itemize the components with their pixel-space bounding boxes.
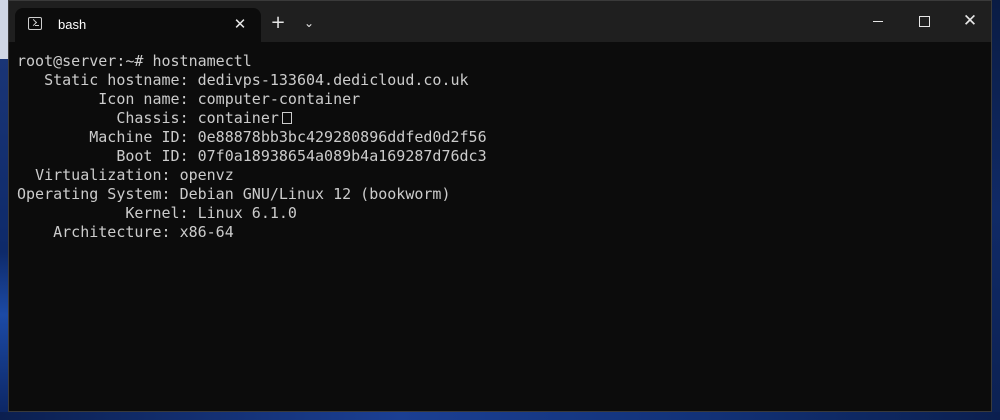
output-line-chassis: Chassis: container (17, 109, 487, 128)
minimize-button[interactable] (855, 1, 901, 42)
output-value: Debian GNU/Linux 12 (bookworm) (179, 185, 451, 203)
output-label: Virtualization (35, 166, 162, 184)
output-line-operating-system: Operating System: Debian GNU/Linux 12 (b… (17, 185, 451, 203)
output-line-virtualization: Virtualization: openvz (35, 166, 234, 184)
tab-bash[interactable]: bash ✕ (15, 8, 261, 42)
desktop-background-right (992, 0, 1000, 420)
plus-icon: + (270, 12, 286, 33)
window-close-button[interactable]: ✕ (947, 1, 993, 42)
output-label: Boot ID (116, 147, 180, 165)
terminal-output: root@server:~# hostnamectl Static hostna… (17, 52, 487, 242)
new-tab-button[interactable]: + (268, 13, 288, 33)
tab-dropdown-button[interactable]: ⌄ (301, 13, 317, 33)
desktop-background-bottom (0, 412, 1000, 420)
output-line-architecture: Architecture: x86-64 (53, 223, 234, 241)
output-line-kernel: Kernel: Linux 6.1.0 (125, 204, 297, 222)
terminal-window: bash ✕ + ⌄ ✕ root@server:~# hostnamectl … (8, 0, 992, 412)
container-icon (281, 112, 292, 124)
output-value: computer-container (197, 90, 361, 108)
chevron-down-icon: ⌄ (303, 16, 315, 30)
terminal-icon (28, 17, 42, 30)
output-value: openvz (179, 166, 234, 184)
output-label: Operating System (17, 185, 162, 203)
output-label: Icon name (98, 90, 180, 108)
output-line-machine-id: Machine ID: 0e88878bb3bc429280896ddfed0d… (89, 128, 487, 146)
output-value: dedivps-133604.dedicloud.co.uk (197, 71, 469, 89)
title-bar: bash ✕ + ⌄ ✕ (9, 1, 991, 42)
output-line-static-hostname: Static hostname: dedivps-133604.dediclou… (44, 71, 469, 89)
output-label: Static hostname (44, 71, 180, 89)
output-value: Linux 6.1.0 (197, 204, 297, 222)
output-line-boot-id: Boot ID: 07f0a18938654a089b4a169287d76dc… (116, 147, 487, 165)
output-label: Chassis (116, 109, 180, 127)
command-text: hostnamectl (152, 52, 252, 70)
desktop-background-left (0, 0, 8, 420)
output-value: 07f0a18938654a089b4a169287d76dc3 (197, 147, 487, 165)
command-line: root@server:~# hostnamectl (17, 52, 487, 71)
shell-prompt: root@server:~# (17, 52, 153, 70)
close-icon: ✕ (962, 11, 978, 31)
output-value: x86-64 (179, 223, 234, 241)
output-label: Machine ID (89, 128, 180, 146)
output-label: Kernel (125, 204, 180, 222)
output-label: Architecture (53, 223, 162, 241)
terminal-pane[interactable]: root@server:~# hostnamectl Static hostna… (9, 42, 991, 411)
maximize-button[interactable] (901, 1, 947, 42)
output-value: container (197, 109, 279, 127)
tab-title: bash (58, 17, 87, 32)
output-value: 0e88878bb3bc429280896ddfed0d2f56 (197, 128, 487, 146)
maximize-icon (919, 16, 930, 27)
minimize-icon (873, 21, 883, 22)
output-line-icon-name: Icon name: computer-container (98, 90, 361, 108)
close-tab-icon[interactable]: ✕ (232, 16, 248, 32)
